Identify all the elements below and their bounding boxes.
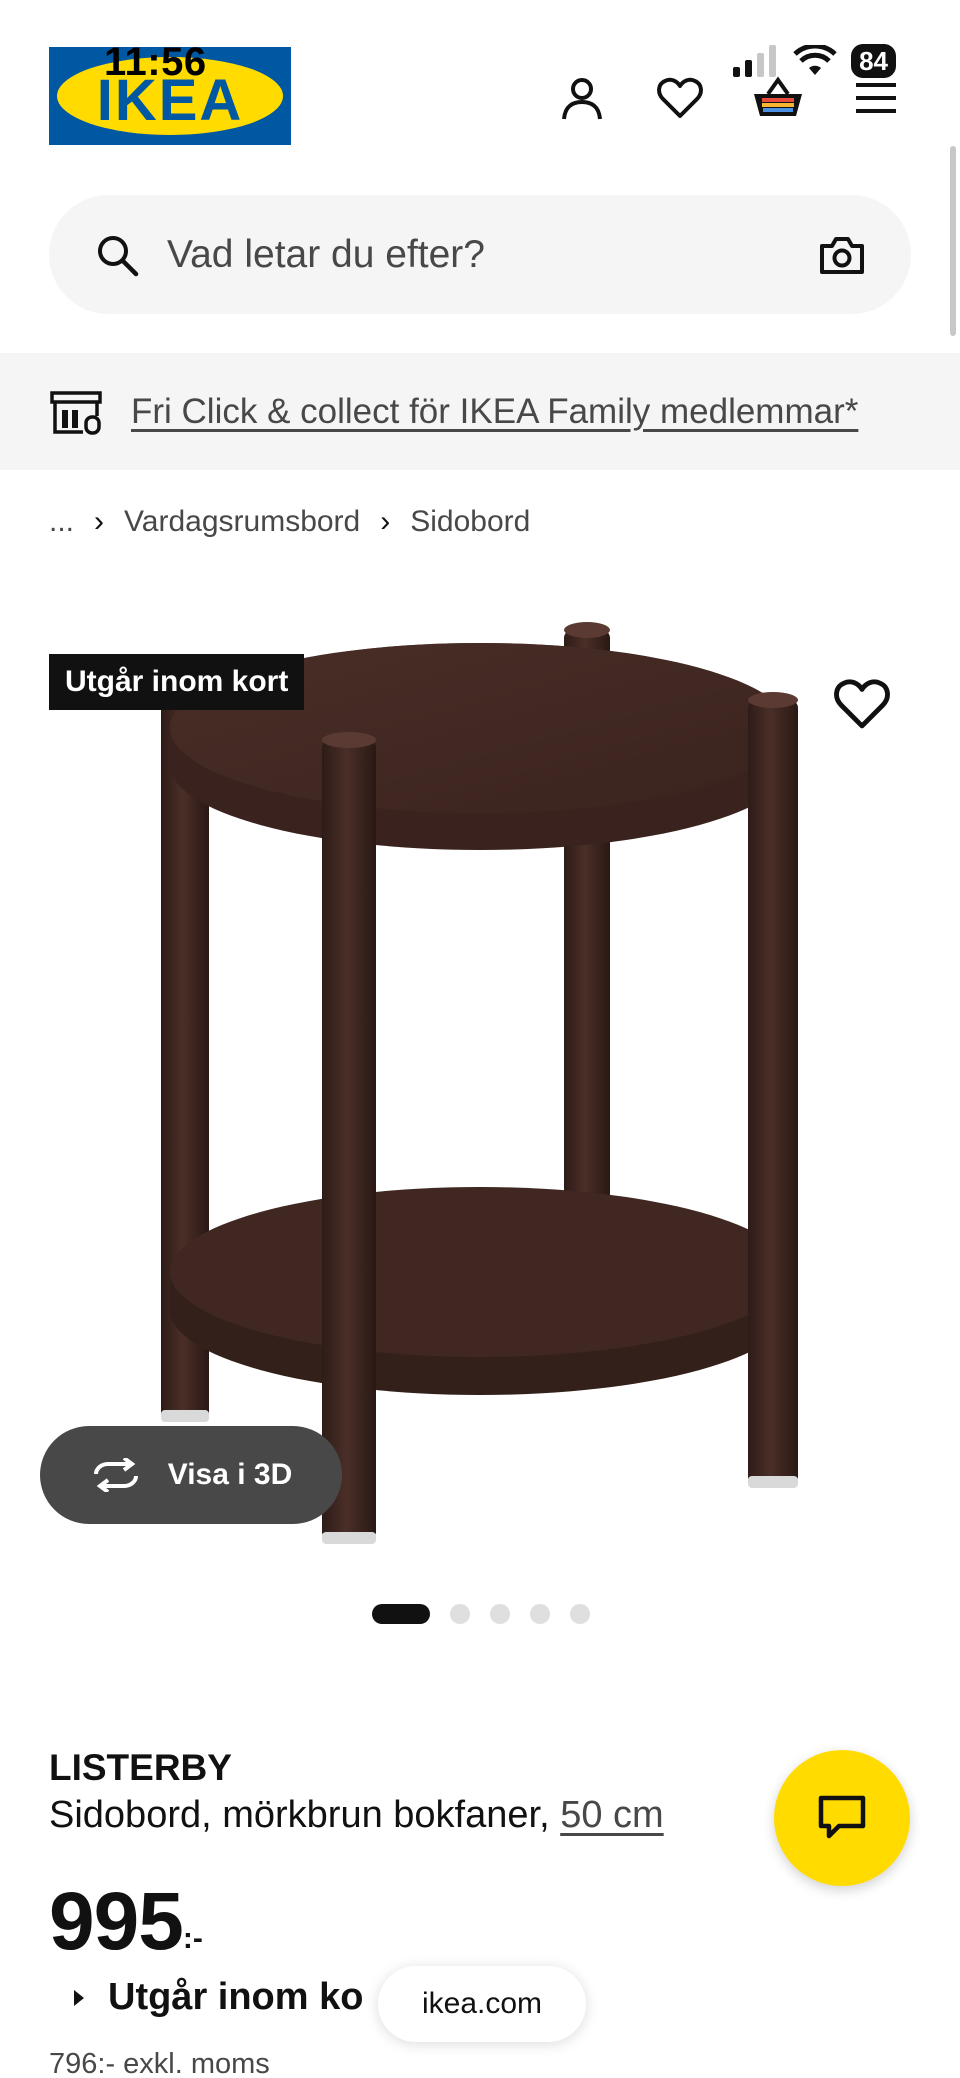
pagination-dot[interactable] xyxy=(490,1604,510,1624)
pagination-dot[interactable] xyxy=(530,1604,550,1624)
breadcrumb-ellipsis[interactable]: ... xyxy=(49,505,74,539)
browser-url-bar[interactable]: ikea.com xyxy=(378,1966,586,2042)
profile-button[interactable] xyxy=(550,66,614,130)
image-pagination xyxy=(372,1604,590,1624)
price-suffix: :- xyxy=(182,1922,203,1955)
status-badge: Utgår inom kort xyxy=(49,654,305,710)
product-measure-link[interactable]: 50 cm xyxy=(560,1794,663,1836)
status-icons: 84 xyxy=(733,44,896,78)
pagination-dot-active[interactable] xyxy=(372,1604,430,1624)
product-price: 995 :- xyxy=(49,1878,203,1966)
triangle-right-icon xyxy=(74,1989,84,2006)
status-time: 11:56 xyxy=(104,40,207,84)
product-name: LISTERBY xyxy=(49,1747,232,1788)
breadcrumb: ... › Vardagsrumsbord › Sidobord xyxy=(49,505,530,539)
rotate-icon xyxy=(93,1458,138,1492)
favourites-button[interactable] xyxy=(648,66,712,130)
product-description-text: Sidobord, mörkbrun bokfaner, xyxy=(49,1794,550,1836)
chat-button[interactable] xyxy=(774,1750,910,1886)
availability-toggle[interactable]: Utgår inom ko xyxy=(72,1976,363,2019)
product-image[interactable] xyxy=(49,610,960,1560)
scrollbar[interactable] xyxy=(950,146,956,336)
search-bar[interactable]: Vad letar du efter? xyxy=(49,195,911,314)
pagination-dot[interactable] xyxy=(450,1604,470,1624)
pagination-dot[interactable] xyxy=(570,1604,590,1624)
signal-icon xyxy=(733,45,777,77)
menu-icon xyxy=(856,83,896,113)
promo-banner[interactable]: Fri Click & collect för IKEA Family medl… xyxy=(0,353,960,470)
camera-icon[interactable] xyxy=(819,235,865,275)
search-icon xyxy=(98,235,139,276)
chevron-right-icon: › xyxy=(380,505,391,538)
breadcrumb-item-vardagsrumsbord[interactable]: Vardagsrumsbord xyxy=(124,505,360,539)
breadcrumb-item-sidobord[interactable]: Sidobord xyxy=(410,505,530,539)
wifi-icon xyxy=(793,45,837,75)
battery-indicator: 84 xyxy=(851,44,896,78)
basket-icon xyxy=(754,76,802,116)
heart-icon xyxy=(657,77,703,118)
promo-link[interactable]: Fri Click & collect för IKEA Family medl… xyxy=(131,392,858,432)
availability-label: Utgår inom ko xyxy=(108,1976,364,2018)
product-description: Sidobord, mörkbrun bokfaner, 50 cm xyxy=(49,1794,664,1837)
add-to-favourites-icon[interactable] xyxy=(834,678,890,730)
price-excl-vat: 796:- exkl. moms xyxy=(49,2048,270,2078)
chevron-right-icon: › xyxy=(94,505,105,538)
store-icon xyxy=(50,390,102,435)
chat-icon xyxy=(818,1795,866,1839)
price-amount: 995 xyxy=(49,1876,184,1967)
view-3d-label: Visa i 3D xyxy=(167,1458,293,1491)
search-input[interactable]: Vad letar du efter? xyxy=(167,233,819,277)
view-3d-button[interactable]: Visa i 3D xyxy=(40,1426,342,1524)
profile-icon xyxy=(562,78,602,120)
